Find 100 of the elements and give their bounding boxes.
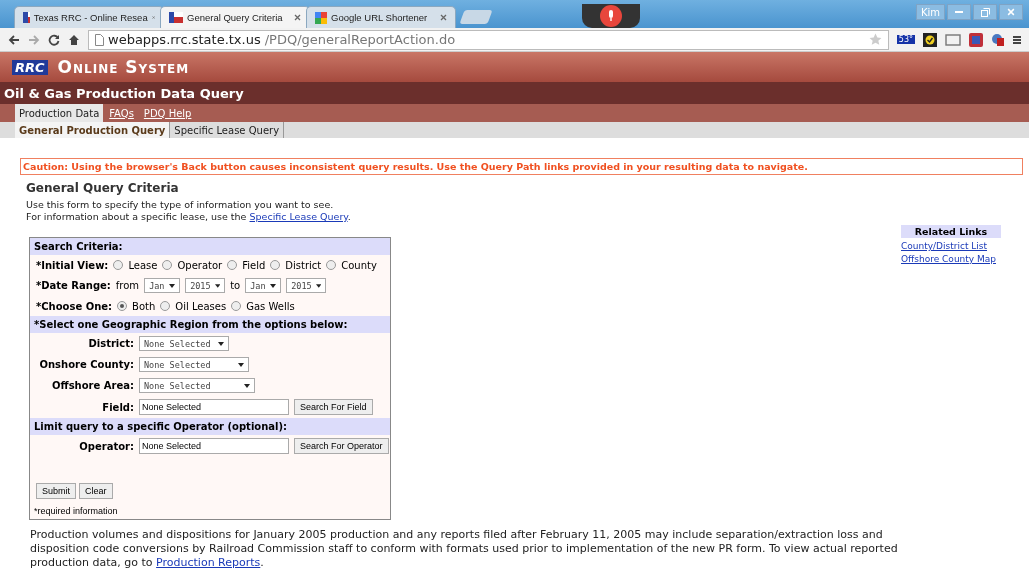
grid-icon [315, 11, 327, 24]
minimize-button[interactable] [947, 4, 971, 20]
page-banner: Oil & Gas Production Data Query [0, 82, 1029, 104]
site-logo: RRC [12, 59, 48, 75]
home-icon[interactable] [68, 33, 80, 46]
form-button[interactable]: Submit [36, 483, 76, 499]
radio-button[interactable] [227, 260, 238, 270]
radio-button[interactable] [231, 301, 242, 311]
operator-input[interactable]: None Selected [139, 438, 289, 454]
subnav-tab[interactable]: Specific Lease Query [170, 122, 285, 138]
flag-icon [169, 12, 183, 23]
reload-icon[interactable] [48, 33, 60, 46]
related-link[interactable]: Offshore County Map [901, 254, 1001, 264]
related-links-heading: Related Links [901, 225, 1001, 238]
extension-icon[interactable] [969, 32, 983, 47]
flag-icon [23, 12, 30, 23]
field-label: *Choose One: [36, 300, 113, 312]
dropdown[interactable]: None Selected [139, 336, 229, 351]
browser-tab[interactable]: Google URL Shortener [306, 6, 456, 28]
field-label: Offshore Area: [51, 380, 134, 391]
dropdown-arrow-icon [244, 383, 250, 388]
radio-button[interactable] [160, 301, 171, 311]
caution-banner: Caution: Using the browser's Back button causes inconsistent query results. Use the Query Path links provided in your resulting data to navigate. [20, 158, 1023, 175]
year-dropdown[interactable]: 2015 [286, 278, 327, 293]
radio-label: Oil Leases [175, 300, 227, 312]
from-label: from [115, 280, 140, 291]
field-label: *Initial View: [36, 259, 109, 271]
radio-button[interactable] [113, 260, 124, 270]
address-bar[interactable]: webapps.rrc.state.tx.us /PDQ/generalReportAction.do [88, 29, 889, 50]
menu-icon[interactable] [1013, 33, 1021, 46]
restore-icon [980, 7, 990, 17]
tab-title: Texas RRC - Online Resea [33, 12, 148, 23]
specific-lease-link[interactable]: Specific Lease Query [249, 211, 348, 222]
check-icon[interactable] [923, 32, 937, 47]
restore-button[interactable] [973, 4, 997, 20]
nav-tab[interactable]: PDQ Help [139, 104, 196, 122]
close-icon[interactable] [294, 14, 301, 21]
tab-title: General Query Criteria [187, 12, 284, 23]
required-note: *required information [33, 505, 119, 518]
page-icon [95, 33, 104, 46]
disclaimer-text: Production volumes and dispositions for January 2005 production and any reports filed after February 11, 2005 may include separation/extraction loss and disposition code conversions by Railroad Commission staff to conform with formats used prior to implementation of the new PR form. To view actual reported production data, go to Production Reports. [30, 528, 899, 570]
intro-text: For information about a specific lease, use the Specific Lease Query. [26, 211, 352, 223]
field-input[interactable]: None Selected [139, 399, 289, 415]
microphone-icon [607, 10, 615, 22]
microphone-widget[interactable] [582, 4, 640, 28]
pdf-icon[interactable] [991, 32, 1005, 47]
dropdown[interactable]: None Selected [139, 378, 255, 393]
radio-label: Both [132, 300, 156, 312]
radio-button[interactable] [270, 260, 281, 270]
month-dropdown[interactable]: Jan [144, 278, 181, 293]
radio-label: Field [242, 259, 266, 271]
url-path: /PDQ/generalReportAction.do [264, 32, 457, 47]
radio-button[interactable] [117, 301, 128, 311]
close-icon [1007, 8, 1015, 16]
radio-label: County [341, 259, 377, 271]
dropdown-arrow-icon [238, 362, 244, 367]
to-label: to [230, 280, 241, 291]
dropdown-arrow-icon [169, 283, 176, 288]
year-dropdown[interactable]: 2015 [185, 278, 226, 293]
related-link[interactable]: County/District List [901, 241, 1001, 251]
radio-label: Gas Wells [246, 300, 295, 312]
star-icon[interactable] [868, 33, 882, 46]
search-field-button[interactable]: Search For Field [294, 399, 373, 415]
dropdown-arrow-icon [218, 341, 224, 346]
dropdown-arrow-icon [214, 283, 221, 288]
subnav-tab[interactable]: General Production Query [15, 122, 171, 138]
dropdown[interactable]: None Selected [139, 357, 249, 372]
page-title: General Query Criteria [26, 181, 180, 195]
radio-label: Lease [128, 259, 158, 271]
search-operator-button[interactable]: Search For Operator [294, 438, 389, 454]
field-label: Onshore County: [38, 359, 134, 370]
forward-icon[interactable] [28, 33, 40, 46]
form-button[interactable]: Clear [79, 483, 113, 499]
field-label: *Date Range: [36, 280, 111, 291]
field-label: Operator: [78, 440, 134, 452]
back-icon[interactable] [8, 33, 20, 46]
close-button[interactable] [999, 4, 1023, 20]
close-icon[interactable] [440, 14, 447, 21]
intro-text: Use this form to specify the type of information you want to see. [26, 199, 335, 211]
dropdown-arrow-icon [270, 283, 277, 288]
month-dropdown[interactable]: Jan [245, 278, 282, 293]
minimize-icon [955, 10, 963, 14]
section-heading: Limit query to a specific Operator (optional): [30, 418, 390, 435]
weather-badge[interactable]: 53° [896, 35, 915, 44]
nav-tab[interactable]: FAQs [105, 104, 138, 122]
radio-label: Operator [177, 259, 223, 271]
field-label: Field: [101, 401, 134, 413]
site-title: Online System [57, 57, 190, 77]
tab-title: Google URL Shortener [331, 12, 429, 23]
new-tab-button[interactable] [459, 10, 493, 24]
url-host: webapps.rrc.state.tx.us [108, 32, 261, 47]
section-heading: *Select one Geographic Region from the options below: [30, 316, 390, 333]
cast-icon[interactable] [945, 33, 961, 46]
dropdown-arrow-icon [315, 283, 322, 288]
nav-tab[interactable]: Production Data [15, 104, 104, 122]
radio-button[interactable] [162, 260, 173, 270]
section-heading: Search Criteria: [30, 238, 390, 255]
radio-button[interactable] [326, 260, 337, 270]
radio-label: District [285, 259, 322, 271]
field-label: District: [87, 338, 134, 349]
